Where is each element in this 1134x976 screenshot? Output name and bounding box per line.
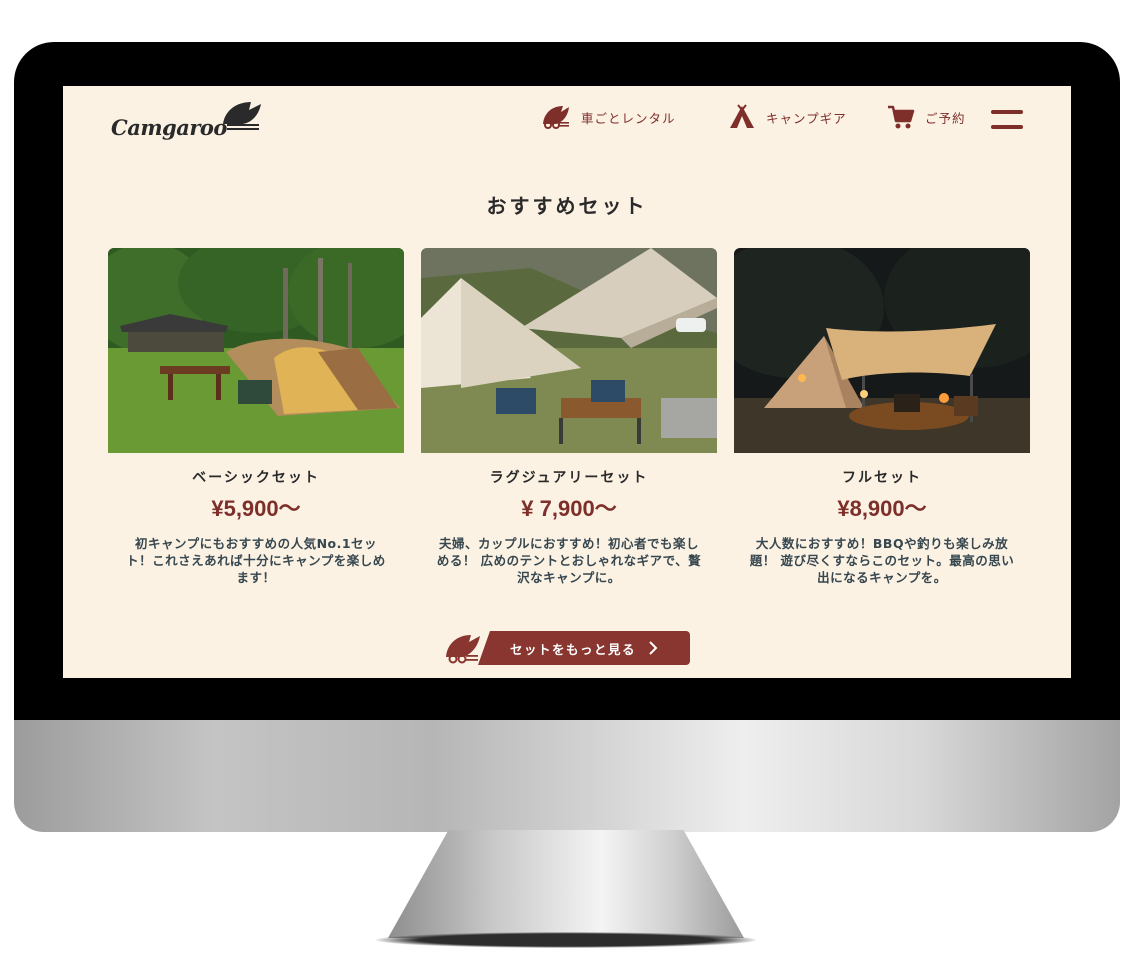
monitor-chin — [14, 720, 1120, 832]
card-price: ¥8,900〜 — [837, 496, 927, 521]
card-description: 夫婦、カップルにおすすめ！初心者でも楽しめる！ 広めのテントとおしゃれなギアで、… — [436, 536, 702, 585]
chevron-right-icon — [649, 641, 658, 655]
nav-item-car-rental[interactable]: 車ごとレンタル — [541, 104, 676, 130]
card-description: 大人数におすすめ！BBQや釣りも楽しみ放題！ 遊び尽くすならこのセット。最高の思… — [749, 536, 1015, 585]
card-price: ¥ 7,900〜 — [521, 496, 617, 521]
nav-label-car-rental: 車ごとレンタル — [581, 110, 676, 126]
set-card-basic[interactable]: ベーシックセット ¥5,900〜 初キャンプにもおすすめの人気No.1セット！こ… — [108, 248, 404, 586]
section-title: おすすめセット — [486, 194, 648, 218]
cart-icon — [888, 105, 915, 129]
site-logo[interactable]: Camgaroo — [111, 98, 265, 138]
tent-icon — [730, 104, 754, 128]
camper-car-icon — [446, 635, 480, 664]
camper-car-icon — [222, 102, 261, 130]
monitor-stand-base — [376, 932, 756, 948]
luxury-bell-tent-photo — [421, 248, 717, 453]
camper-car-icon — [543, 106, 569, 129]
set-card-full[interactable]: フルセット ¥8,900〜 大人数におすすめ！BBQや釣りも楽しみ放題！ 遊び尽… — [734, 248, 1030, 586]
monitor-stand — [388, 830, 744, 938]
nav-label-camp-gear: キャンプギア — [766, 110, 847, 126]
hamburger-menu-icon[interactable] — [991, 110, 1023, 130]
menu-bar — [991, 110, 1023, 114]
night-camp-photo — [734, 248, 1030, 453]
card-name: ラグジュアリーセット — [489, 470, 649, 486]
nav-item-camp-gear[interactable]: キャンプギア — [728, 104, 847, 130]
see-more-label: セットをもっと見る — [510, 641, 637, 657]
card-price: ¥5,900〜 — [211, 496, 301, 521]
see-more-button[interactable]: セットをもっと見る — [478, 631, 690, 665]
card-name: フルセット — [842, 470, 922, 486]
see-more-sets[interactable]: セットをもっと見る — [444, 630, 690, 666]
set-card-luxury[interactable]: ラグジュアリーセット ¥ 7,900〜 夫婦、カップルにおすすめ！初心者でも楽し… — [421, 248, 717, 586]
card-description: 初キャンプにもおすすめの人気No.1セット！これさえあれば十分にキャンプを楽しめ… — [126, 536, 386, 585]
nav-label-reservation: ご予約 — [925, 110, 966, 126]
nav-item-reservation[interactable]: ご予約 — [887, 104, 966, 130]
tent-on-grass-photo — [108, 248, 404, 453]
menu-bar — [991, 125, 1023, 129]
card-name: ベーシックセット — [192, 470, 320, 486]
logo-text: Camgaroo — [111, 115, 227, 140]
website-screen: Camgaroo 車ごとレンタル キャンプギア ご予約 おすすめセット ベーシッ… — [63, 86, 1071, 678]
